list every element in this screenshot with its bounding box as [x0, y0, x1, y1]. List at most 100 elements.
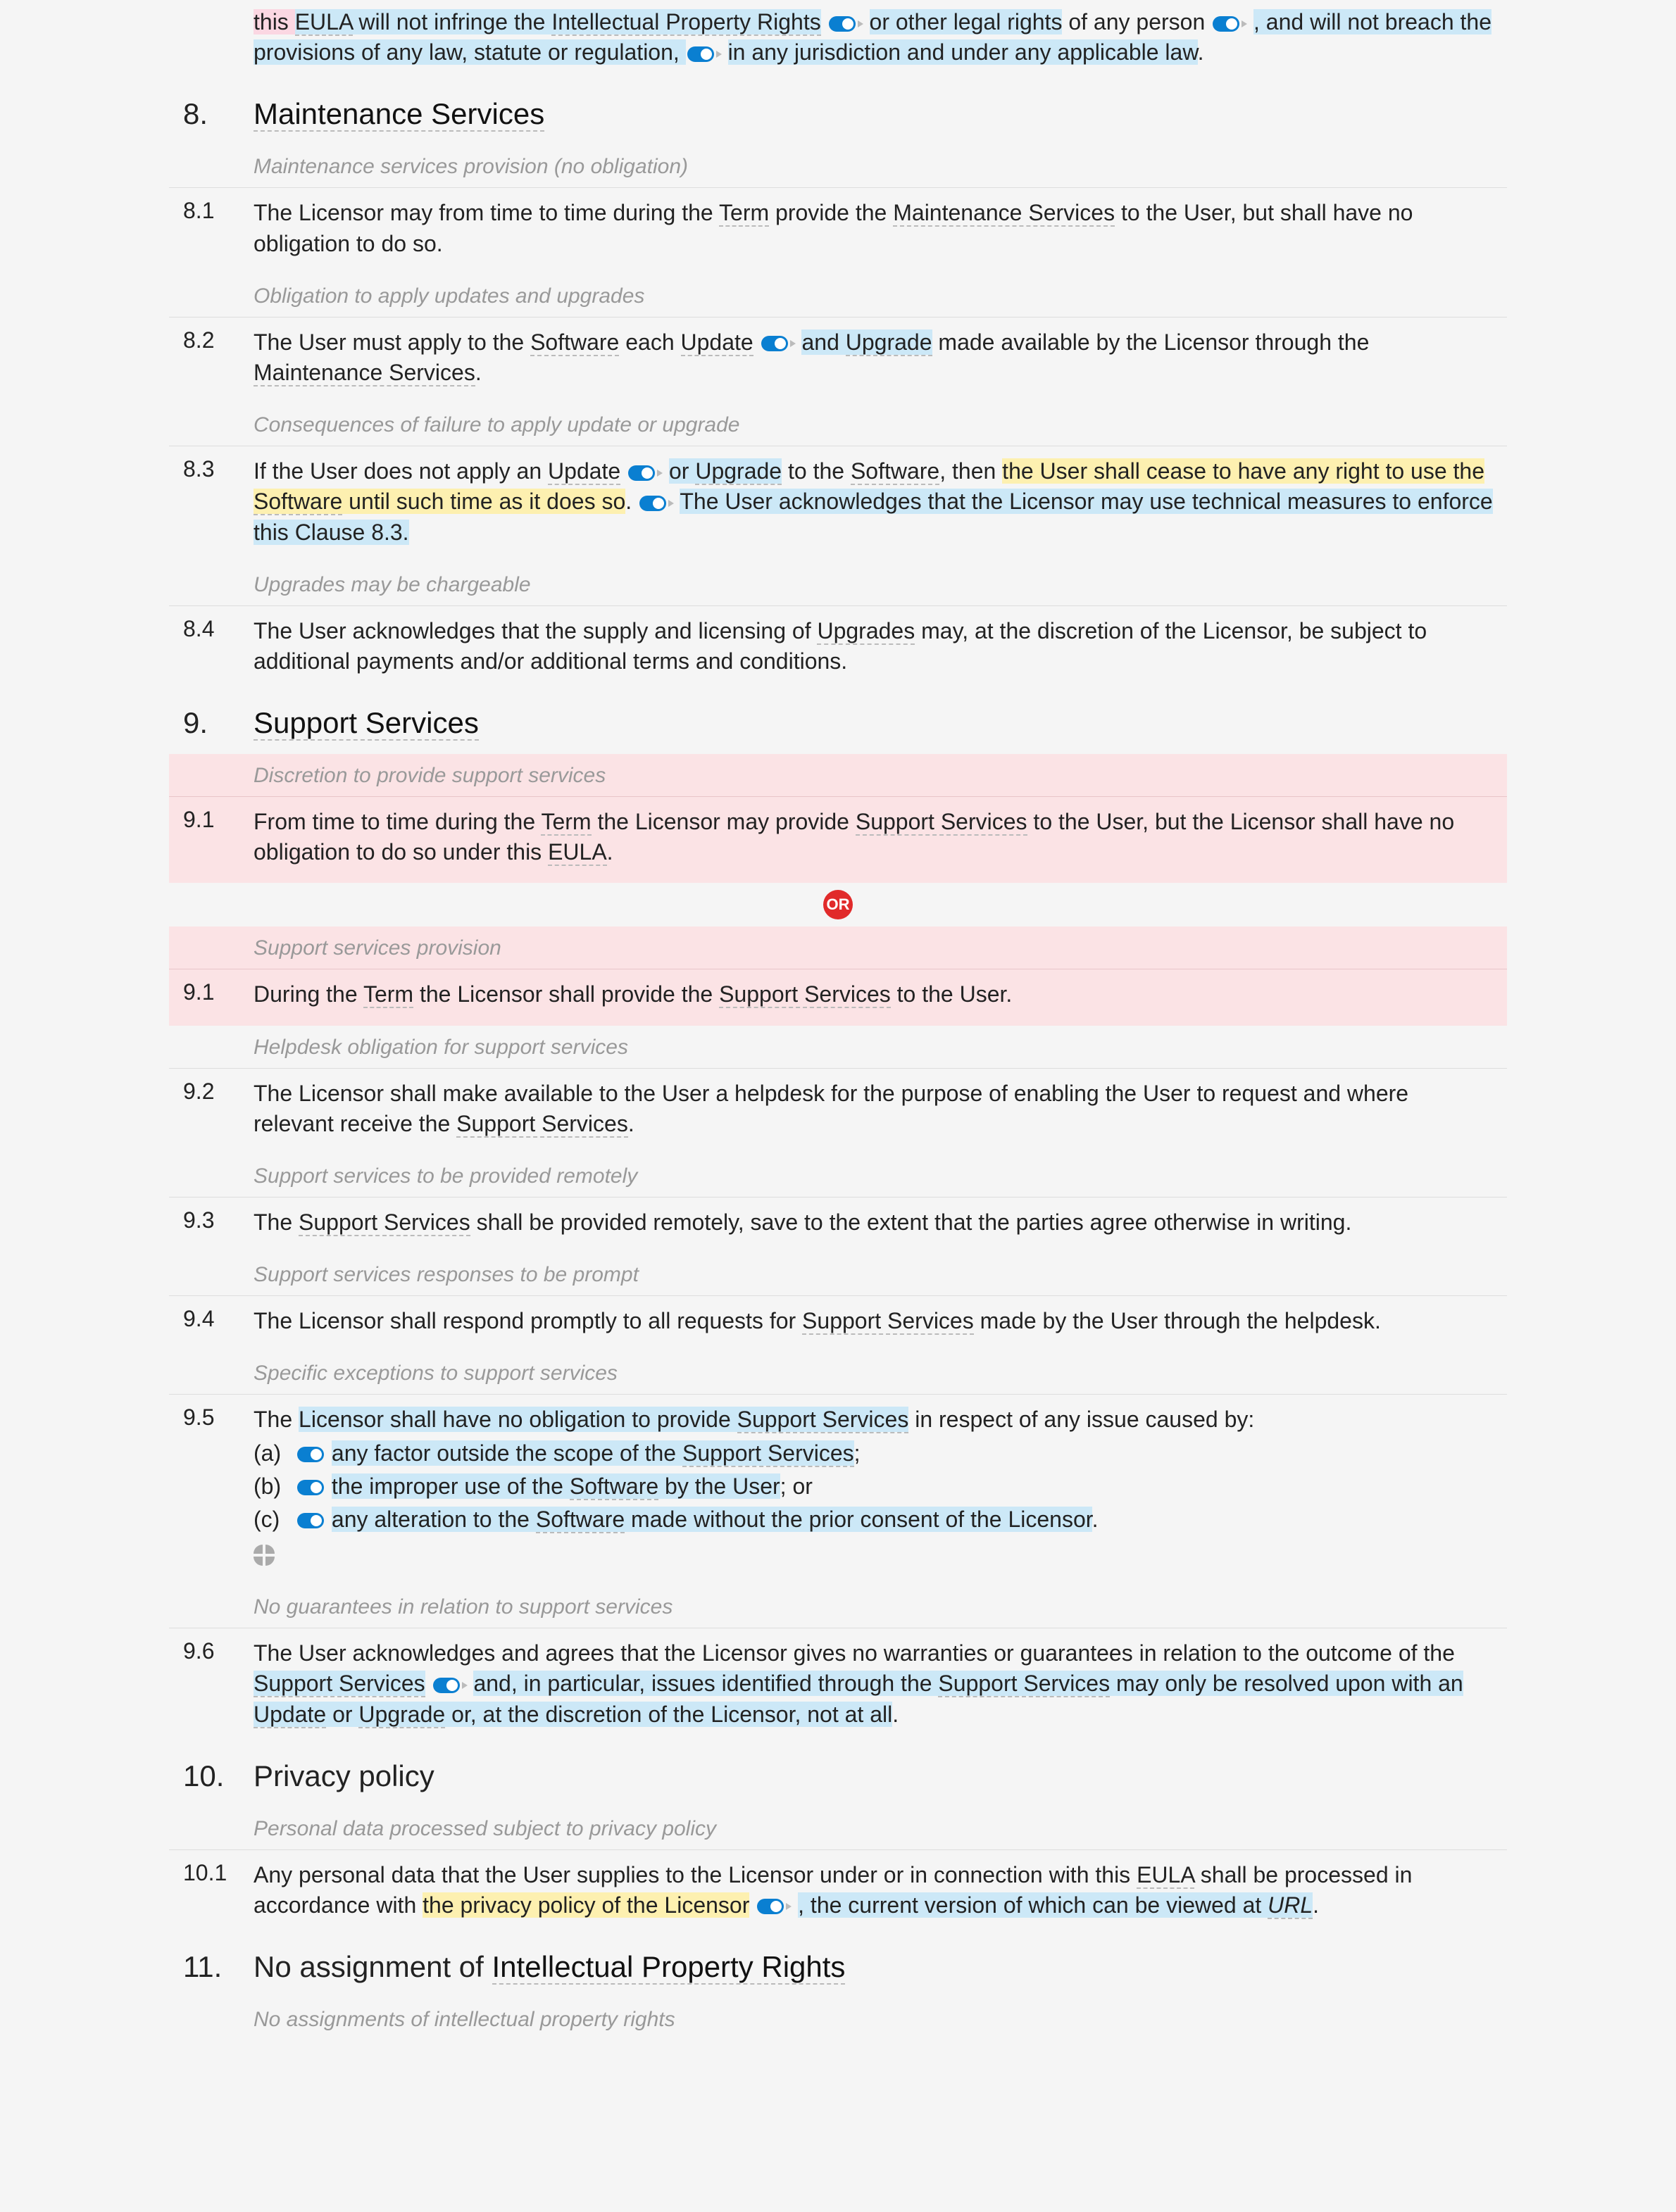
clause-9-5: 9.5 The Licensor shall have no obligatio…	[169, 1395, 1507, 1585]
section-number: 10.	[183, 1759, 254, 1793]
variable-placeholder[interactable]: URL	[1268, 1892, 1313, 1919]
clause-number: 8.2	[183, 327, 254, 353]
hint-row: Maintenance services provision (no oblig…	[169, 145, 1507, 188]
text: the improper use of the	[332, 1473, 570, 1499]
toggle-icon[interactable]	[757, 1899, 784, 1914]
section-11-header: 11. No assignment of Intellectual Proper…	[169, 1936, 1507, 1998]
text: Licensor shall have no obligation to pro…	[299, 1407, 737, 1432]
section-number: 9.	[183, 706, 254, 740]
toggle-icon[interactable]	[433, 1678, 460, 1693]
text: Any personal data that the User supplies…	[254, 1862, 1137, 1887]
clause-number: 8.1	[183, 198, 254, 224]
text: or, at the discretion of the Licensor, n…	[445, 1702, 892, 1727]
text: The Licensor may from time to time durin…	[254, 200, 719, 225]
defined-term: Support Services	[802, 1308, 974, 1335]
chevron-right-icon	[462, 1682, 468, 1689]
chevron-right-icon	[716, 51, 722, 58]
chevron-right-icon	[786, 1903, 792, 1910]
chevron-right-icon	[790, 340, 796, 347]
clause-number: 8.3	[183, 456, 254, 482]
defined-term: Upgrade	[846, 329, 932, 356]
clause-10-1: 10.1 Any personal data that the User sup…	[169, 1850, 1507, 1936]
hint-row: Consequences of failure to apply update …	[169, 403, 1507, 446]
defined-term: Support Services	[456, 1111, 628, 1138]
defined-term: Support Services	[682, 1440, 854, 1467]
text: The User acknowledges and agrees that th…	[254, 1640, 1455, 1666]
text: until such time as it does so	[342, 489, 625, 514]
text: provide the	[769, 200, 893, 225]
text: .	[892, 1702, 899, 1727]
toggle-icon[interactable]	[628, 465, 655, 481]
defined-term: Maintenance Services	[893, 200, 1115, 227]
text: or	[326, 1702, 358, 1727]
toggle-icon[interactable]	[297, 1480, 324, 1495]
clause-9-6: 9.6 The User acknowledges and agrees tha…	[169, 1628, 1507, 1745]
clause-8-1: 8.1 The Licensor may from time to time d…	[169, 188, 1507, 274]
defined-term: Intellectual Property Rights	[492, 1950, 846, 1985]
list-label: (c)	[254, 1504, 296, 1535]
text: If the User does not apply an	[254, 458, 548, 484]
text: .	[1313, 1892, 1319, 1918]
hint-row: Specific exceptions to support services	[169, 1352, 1507, 1395]
defined-term: Support Services	[254, 1671, 425, 1697]
text: The User must apply to the	[254, 329, 530, 355]
hint-text: Personal data processed subject to priva…	[254, 1817, 716, 1841]
defined-term: Support Services	[299, 1209, 470, 1236]
text: shall be provided remotely, save to the …	[470, 1209, 1352, 1235]
defined-term-eula: EULA	[295, 9, 353, 36]
defined-term: Software	[536, 1507, 625, 1533]
hint-text: Consequences of failure to apply update …	[254, 413, 739, 437]
clause-number: 9.2	[183, 1079, 254, 1105]
clause-7-fragment: this EULA will not infringe the Intellec…	[169, 0, 1507, 83]
text: The	[254, 1407, 299, 1432]
text: , then	[939, 458, 1002, 484]
hint-row: Upgrades may be chargeable	[169, 563, 1507, 606]
or-badge[interactable]: OR	[823, 890, 853, 919]
toggle-icon[interactable]	[297, 1513, 324, 1528]
text: of any person	[1062, 9, 1211, 34]
text	[749, 1892, 756, 1918]
defined-term: Term	[541, 809, 591, 836]
hint-row: No guarantees in relation to support ser…	[169, 1585, 1507, 1628]
text: The	[254, 1209, 299, 1235]
clause-number: 9.5	[183, 1405, 254, 1431]
clause-number: 9.6	[183, 1638, 254, 1664]
text: any factor outside the scope of the	[332, 1440, 682, 1466]
toggle-icon[interactable]	[829, 16, 856, 32]
toggle-icon[interactable]	[1213, 16, 1239, 32]
toggle-icon[interactable]	[297, 1447, 324, 1462]
defined-term: Upgrade	[695, 458, 782, 485]
text: any alteration to the	[332, 1507, 536, 1532]
hint-text: Upgrades may be chargeable	[254, 573, 531, 597]
clause-number: 10.1	[183, 1860, 254, 1886]
chevron-right-icon	[1242, 20, 1247, 27]
add-item-icon[interactable]	[254, 1545, 275, 1566]
text: The Licensor shall make available to the…	[254, 1081, 1408, 1136]
text: the User shall cease to have any right t…	[1002, 458, 1484, 484]
hint-text: Maintenance services provision (no oblig…	[254, 155, 688, 179]
defined-term: Support Services	[719, 981, 891, 1008]
defined-term: Software	[254, 489, 342, 515]
toggle-icon[interactable]	[761, 336, 788, 351]
list-label: (b)	[254, 1471, 296, 1502]
text	[425, 1671, 432, 1696]
list-item: (a) any factor outside the scope of the …	[254, 1438, 1493, 1469]
defined-term: Support Services	[938, 1671, 1110, 1697]
clause-9-3: 9.3 The Support Services shall be provid…	[169, 1198, 1507, 1253]
toggle-icon[interactable]	[687, 46, 714, 62]
defined-term: Update	[681, 329, 753, 356]
alternative-block-1: Discretion to provide support services 9…	[169, 754, 1507, 883]
hint-text: Helpdesk obligation for support services	[254, 1036, 628, 1060]
section-number: 8.	[183, 97, 254, 131]
or-divider: OR	[169, 883, 1507, 926]
list-label: (a)	[254, 1438, 296, 1469]
chevron-right-icon	[668, 500, 674, 507]
clause-number: 9.3	[183, 1207, 254, 1233]
text: made by the User through the helpdesk.	[974, 1308, 1381, 1333]
defined-term-ipr: Intellectual Property Rights	[551, 9, 820, 36]
clause-number: 9.1	[183, 807, 254, 833]
defined-term: Support Services	[737, 1407, 909, 1433]
toggle-icon[interactable]	[639, 496, 666, 511]
text: made without the prior consent of the Li…	[625, 1507, 1092, 1532]
defined-term: Upgrade	[358, 1702, 445, 1728]
